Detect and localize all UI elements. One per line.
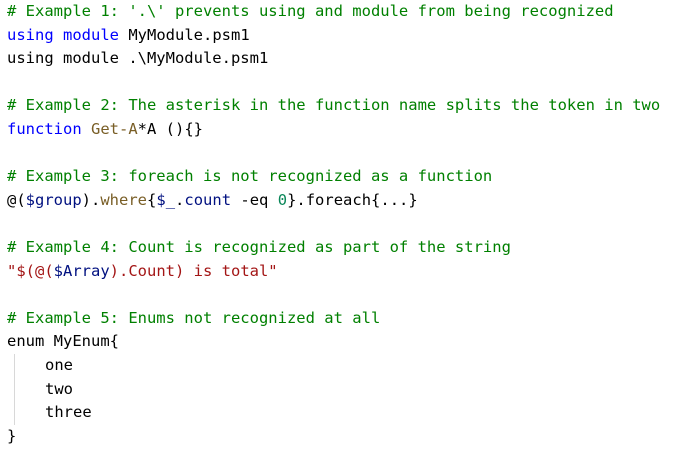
code-token-string: ).Count) is total" <box>109 261 278 280</box>
code-token-plain: -eq <box>231 190 278 209</box>
code-token-plain: MyModule.psm1 <box>119 25 250 44</box>
code-token-plain: enum MyEnum{ <box>7 332 119 351</box>
code-line: @($group).where{$_.count -eq 0}.foreach{… <box>7 189 687 213</box>
code-token-comment: # Example 2: The asterisk in the functio… <box>7 96 661 115</box>
code-line: # Example 3: foreach is not recognized a… <box>7 165 687 189</box>
code-token-function: where <box>100 190 148 209</box>
code-token-plain: } <box>7 426 17 445</box>
indent-guide <box>14 353 15 378</box>
code-token-plain: ). <box>81 190 101 209</box>
code-line: using module MyModule.psm1 <box>7 24 687 48</box>
code-line: # Example 4: Count is recognized as part… <box>7 236 687 260</box>
code-token-plain: *A (){} <box>137 119 203 138</box>
code-line: function Get-A*A (){} <box>7 118 687 142</box>
code-line: using module .\MyModule.psm1 <box>7 47 687 71</box>
code-token-number: 0 <box>277 190 288 209</box>
code-token-comment: # Example 3: foreach is not recognized a… <box>7 167 493 186</box>
code-token-variable: count <box>184 190 232 209</box>
code-line: one <box>7 353 687 378</box>
code-token-keyword: function <box>7 119 82 138</box>
code-token-plain: one <box>45 355 73 374</box>
code-token-keyword: using <box>7 25 54 44</box>
code-line: two <box>7 377 687 402</box>
code-token-plain: }.foreach{...} <box>287 190 418 209</box>
code-token-keyword: module <box>63 25 120 44</box>
code-line: three <box>7 401 687 425</box>
code-line: # Example 1: '.\' prevents using and mod… <box>7 0 687 24</box>
code-token-comment: # Example 1: '.\' prevents using and mod… <box>7 2 614 20</box>
indent-guide <box>14 401 15 425</box>
code-token-plain: . <box>175 190 185 209</box>
indent-guide <box>14 377 15 402</box>
code-token-variable: $Array <box>53 261 110 280</box>
code-token-plain: two <box>45 379 73 398</box>
code-line: # Example 2: The asterisk in the functio… <box>7 94 687 118</box>
code-token-plain: using module .\MyModule.psm1 <box>7 49 269 68</box>
code-line: enum MyEnum{ <box>7 330 687 354</box>
code-token-function: Get-A <box>91 119 138 138</box>
code-token-plain: { <box>147 190 157 209</box>
code-token-variable: $group <box>25 190 82 209</box>
code-token-plain: three <box>45 403 92 422</box>
code-line: # Example 5: Enums not recognized at all <box>7 307 687 331</box>
code-token-variable: $_ <box>156 190 176 209</box>
code-token-plain: @( <box>7 190 26 209</box>
code-editor[interactable]: # Example 1: '.\' prevents using and mod… <box>0 0 687 462</box>
code-line: } <box>7 425 687 449</box>
code-token-comment: # Example 4: Count is recognized as part… <box>7 237 511 256</box>
code-token-string: "$(@( <box>7 261 54 280</box>
code-token-comment: # Example 5: Enums not recognized at all <box>7 308 381 327</box>
code-line: "$(@($Array).Count) is total" <box>7 260 687 284</box>
